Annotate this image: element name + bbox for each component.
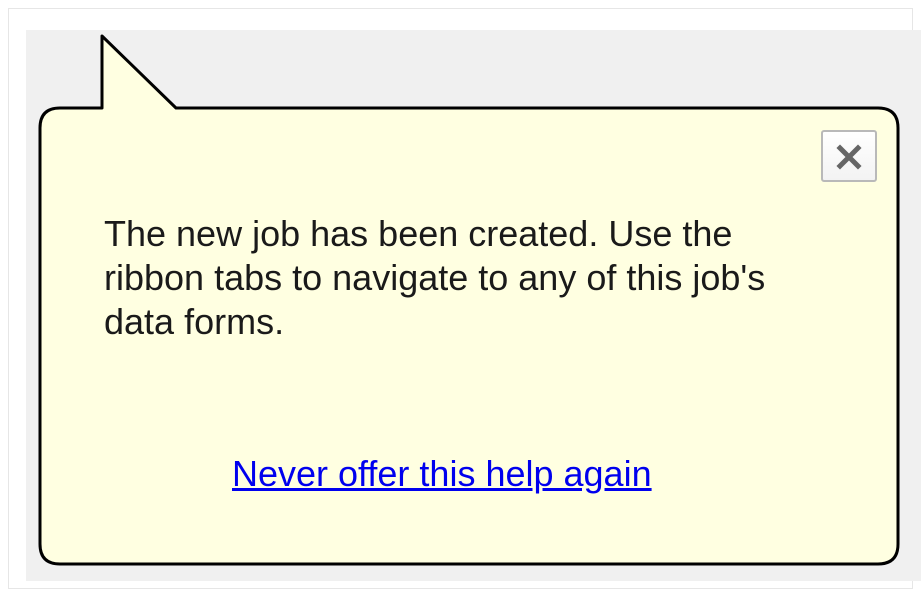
never-offer-help-link[interactable]: Never offer this help again bbox=[232, 452, 652, 496]
close-button[interactable] bbox=[821, 130, 877, 182]
balloon-message: The new job has been created. Use the ri… bbox=[104, 213, 766, 342]
close-icon bbox=[836, 144, 862, 170]
